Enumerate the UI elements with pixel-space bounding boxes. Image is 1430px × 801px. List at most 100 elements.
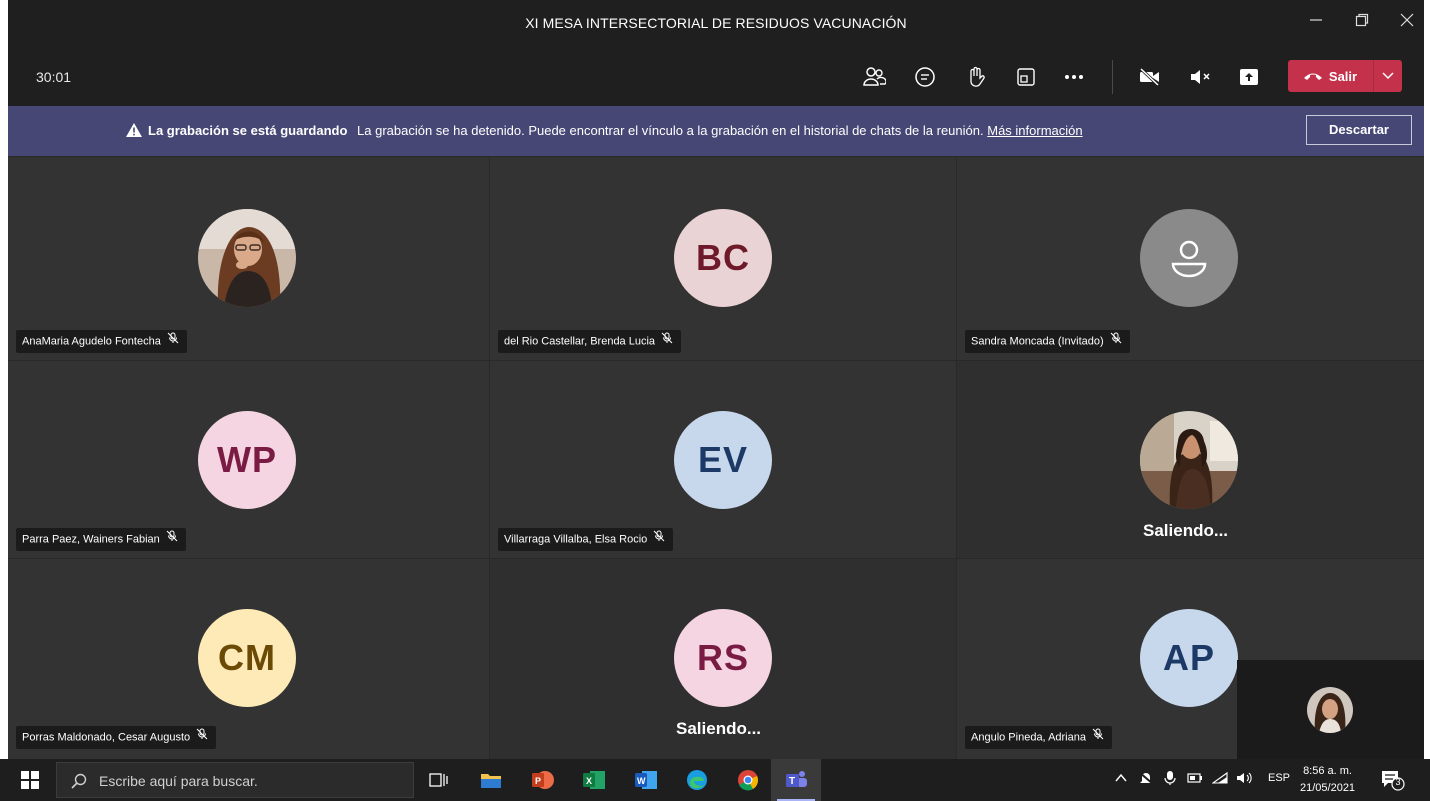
- participant-name-text: Sandra Moncada (Invitado): [971, 335, 1104, 348]
- word-icon[interactable]: W: [632, 766, 660, 794]
- participant-name-text: Parra Paez, Wainers Fabian: [22, 533, 160, 546]
- recording-banner: La grabación se está guardando La grabac…: [8, 106, 1424, 156]
- chevron-down-icon[interactable]: [1374, 60, 1402, 92]
- excel-icon[interactable]: X: [580, 766, 608, 794]
- clock-date: 21/05/2021: [1300, 782, 1356, 794]
- close-icon[interactable]: [1396, 12, 1418, 34]
- input-language[interactable]: ESP: [1268, 772, 1290, 784]
- participant-initials-avatar: AP: [1140, 609, 1238, 707]
- dismiss-button[interactable]: Descartar: [1306, 115, 1412, 145]
- more-info-link[interactable]: Más información: [987, 123, 1082, 138]
- svg-text:X: X: [586, 776, 592, 786]
- participant-name: AnaMaria Agudelo Fontecha: [16, 330, 187, 353]
- task-view-icon[interactable]: [424, 766, 452, 794]
- participant-name-text: AnaMaria Agudelo Fontecha: [22, 335, 161, 348]
- participant-name: Sandra Moncada (Invitado): [965, 330, 1130, 353]
- participant-name-text: Angulo Pineda, Adriana: [971, 731, 1086, 744]
- more-options-icon[interactable]: [1061, 64, 1087, 90]
- teams-meeting-window: XI MESA INTERSECTORIAL DE RESIDUOS VACUN…: [8, 0, 1424, 759]
- meeting-controls: 30:01 Salir: [8, 46, 1424, 106]
- banner-message-row: La grabación se está guardando La grabac…: [126, 123, 1083, 138]
- chevron-up-icon[interactable]: [1114, 771, 1128, 788]
- leaving-status: Saliendo...: [1143, 521, 1229, 540]
- leave-main[interactable]: Salir: [1288, 60, 1372, 92]
- participant-tile[interactable]: WP Parra Paez, Wainers Fabian: [8, 361, 489, 558]
- participant-name: del Rio Castellar, Brenda Lucia: [498, 330, 682, 353]
- participant-tile[interactable]: Sandra Moncada (Invitado): [957, 157, 1424, 360]
- participant-initials-avatar: WP: [198, 411, 296, 509]
- restore-icon[interactable]: [1351, 12, 1373, 34]
- leave-button[interactable]: Salir: [1288, 60, 1402, 92]
- participant-tile[interactable]: RS Saliendo...: [490, 559, 956, 759]
- teams-icon: T: [782, 766, 810, 794]
- participant-initials-avatar: BC: [674, 209, 772, 307]
- self-avatar: [1307, 687, 1353, 733]
- banner-text: La grabación se ha detenido. Puede encon…: [357, 123, 984, 138]
- participant-tile[interactable]: EV Villarraga Villalba, Elsa Rocio: [490, 361, 956, 558]
- participant-initials-avatar: CM: [198, 609, 296, 707]
- camera-off-icon[interactable]: [1137, 64, 1163, 90]
- teams-taskbar-active[interactable]: T: [771, 759, 821, 801]
- meeting-timer: 30:01: [36, 69, 72, 85]
- taskbar-search-box[interactable]: Escribe aquí para buscar.: [56, 762, 414, 798]
- leaving-status: Saliendo...: [676, 719, 762, 738]
- hang-up-icon: [1303, 73, 1322, 80]
- participant-tile[interactable]: Saliendo...: [957, 361, 1424, 558]
- edge-icon[interactable]: [683, 766, 711, 794]
- participant-name-text: del Rio Castellar, Brenda Lucia: [504, 335, 656, 348]
- volume-icon[interactable]: [1236, 771, 1254, 788]
- mic-off-icon: [196, 726, 208, 749]
- leave-label: Salir: [1328, 68, 1358, 84]
- powerpoint-icon[interactable]: P: [529, 766, 557, 794]
- microphone-icon[interactable]: [1164, 770, 1176, 789]
- wifi-icon[interactable]: [1211, 771, 1228, 788]
- participant-name-text: Villarraga Villalba, Elsa Rocio: [504, 533, 648, 546]
- participant-photo: [198, 209, 296, 307]
- warning-icon: [126, 123, 142, 137]
- search-placeholder: Escribe aquí para buscar.: [99, 773, 258, 789]
- notification-count: 3: [1395, 777, 1401, 787]
- mic-off-icon: [166, 528, 178, 551]
- svg-text:T: T: [789, 776, 795, 787]
- battery-icon[interactable]: [1186, 771, 1204, 788]
- windows-start-icon[interactable]: [16, 766, 44, 794]
- participant-photo: [1140, 411, 1238, 509]
- chrome-icon[interactable]: [734, 766, 762, 794]
- participant-tile[interactable]: CM Porras Maldonado, Cesar Augusto: [8, 559, 489, 759]
- svg-text:P: P: [535, 776, 541, 786]
- participant-tile[interactable]: BC del Rio Castellar, Brenda Lucia: [490, 157, 956, 360]
- windows-taskbar: Escribe aquí para buscar. P X W T ESP 8:…: [0, 759, 1430, 801]
- taskbar-clock[interactable]: 8:56 a. m. 21/05/2021: [1300, 763, 1355, 797]
- mic-off-icon: [1110, 330, 1122, 353]
- participant-name: Porras Maldonado, Cesar Augusto: [16, 726, 217, 749]
- clock-time: 8:56 a. m.: [1303, 765, 1352, 777]
- participant-initials-avatar: EV: [674, 411, 772, 509]
- toolbar-separator: [1112, 60, 1113, 94]
- file-explorer-icon[interactable]: [477, 766, 505, 794]
- participant-name: Villarraga Villalba, Elsa Rocio: [498, 528, 674, 551]
- mic-off-icon: [661, 330, 673, 353]
- title-bar: XI MESA INTERSECTORIAL DE RESIDUOS VACUN…: [8, 0, 1424, 46]
- raise-hand-icon[interactable]: [963, 64, 989, 90]
- guest-person-icon: [1140, 209, 1238, 307]
- mic-off-icon: [167, 330, 179, 353]
- notifications-muted-icon[interactable]: [1138, 771, 1154, 788]
- self-view[interactable]: [1237, 660, 1424, 759]
- rooms-icon[interactable]: [1013, 64, 1039, 90]
- banner-title: La grabación se está guardando: [148, 123, 348, 138]
- mic-off-icon: [653, 528, 665, 551]
- speaker-muted-icon[interactable]: [1187, 64, 1213, 90]
- share-screen-icon[interactable]: [1236, 64, 1262, 90]
- participant-initials-avatar: RS: [674, 609, 772, 707]
- participant-name: Angulo Pineda, Adriana: [965, 726, 1112, 749]
- meeting-title: XI MESA INTERSECTORIAL DE RESIDUOS VACUN…: [525, 15, 907, 31]
- svg-text:W: W: [637, 776, 646, 786]
- action-center-icon[interactable]: 3: [1380, 769, 1406, 791]
- chat-icon[interactable]: [912, 64, 938, 90]
- minimize-icon[interactable]: [1305, 12, 1327, 34]
- participants-icon[interactable]: [861, 64, 887, 90]
- participant-tile[interactable]: AnaMaria Agudelo Fontecha: [8, 157, 489, 360]
- search-icon: [71, 773, 87, 789]
- participant-name: Parra Paez, Wainers Fabian: [16, 528, 186, 551]
- mic-off-icon: [1092, 726, 1104, 749]
